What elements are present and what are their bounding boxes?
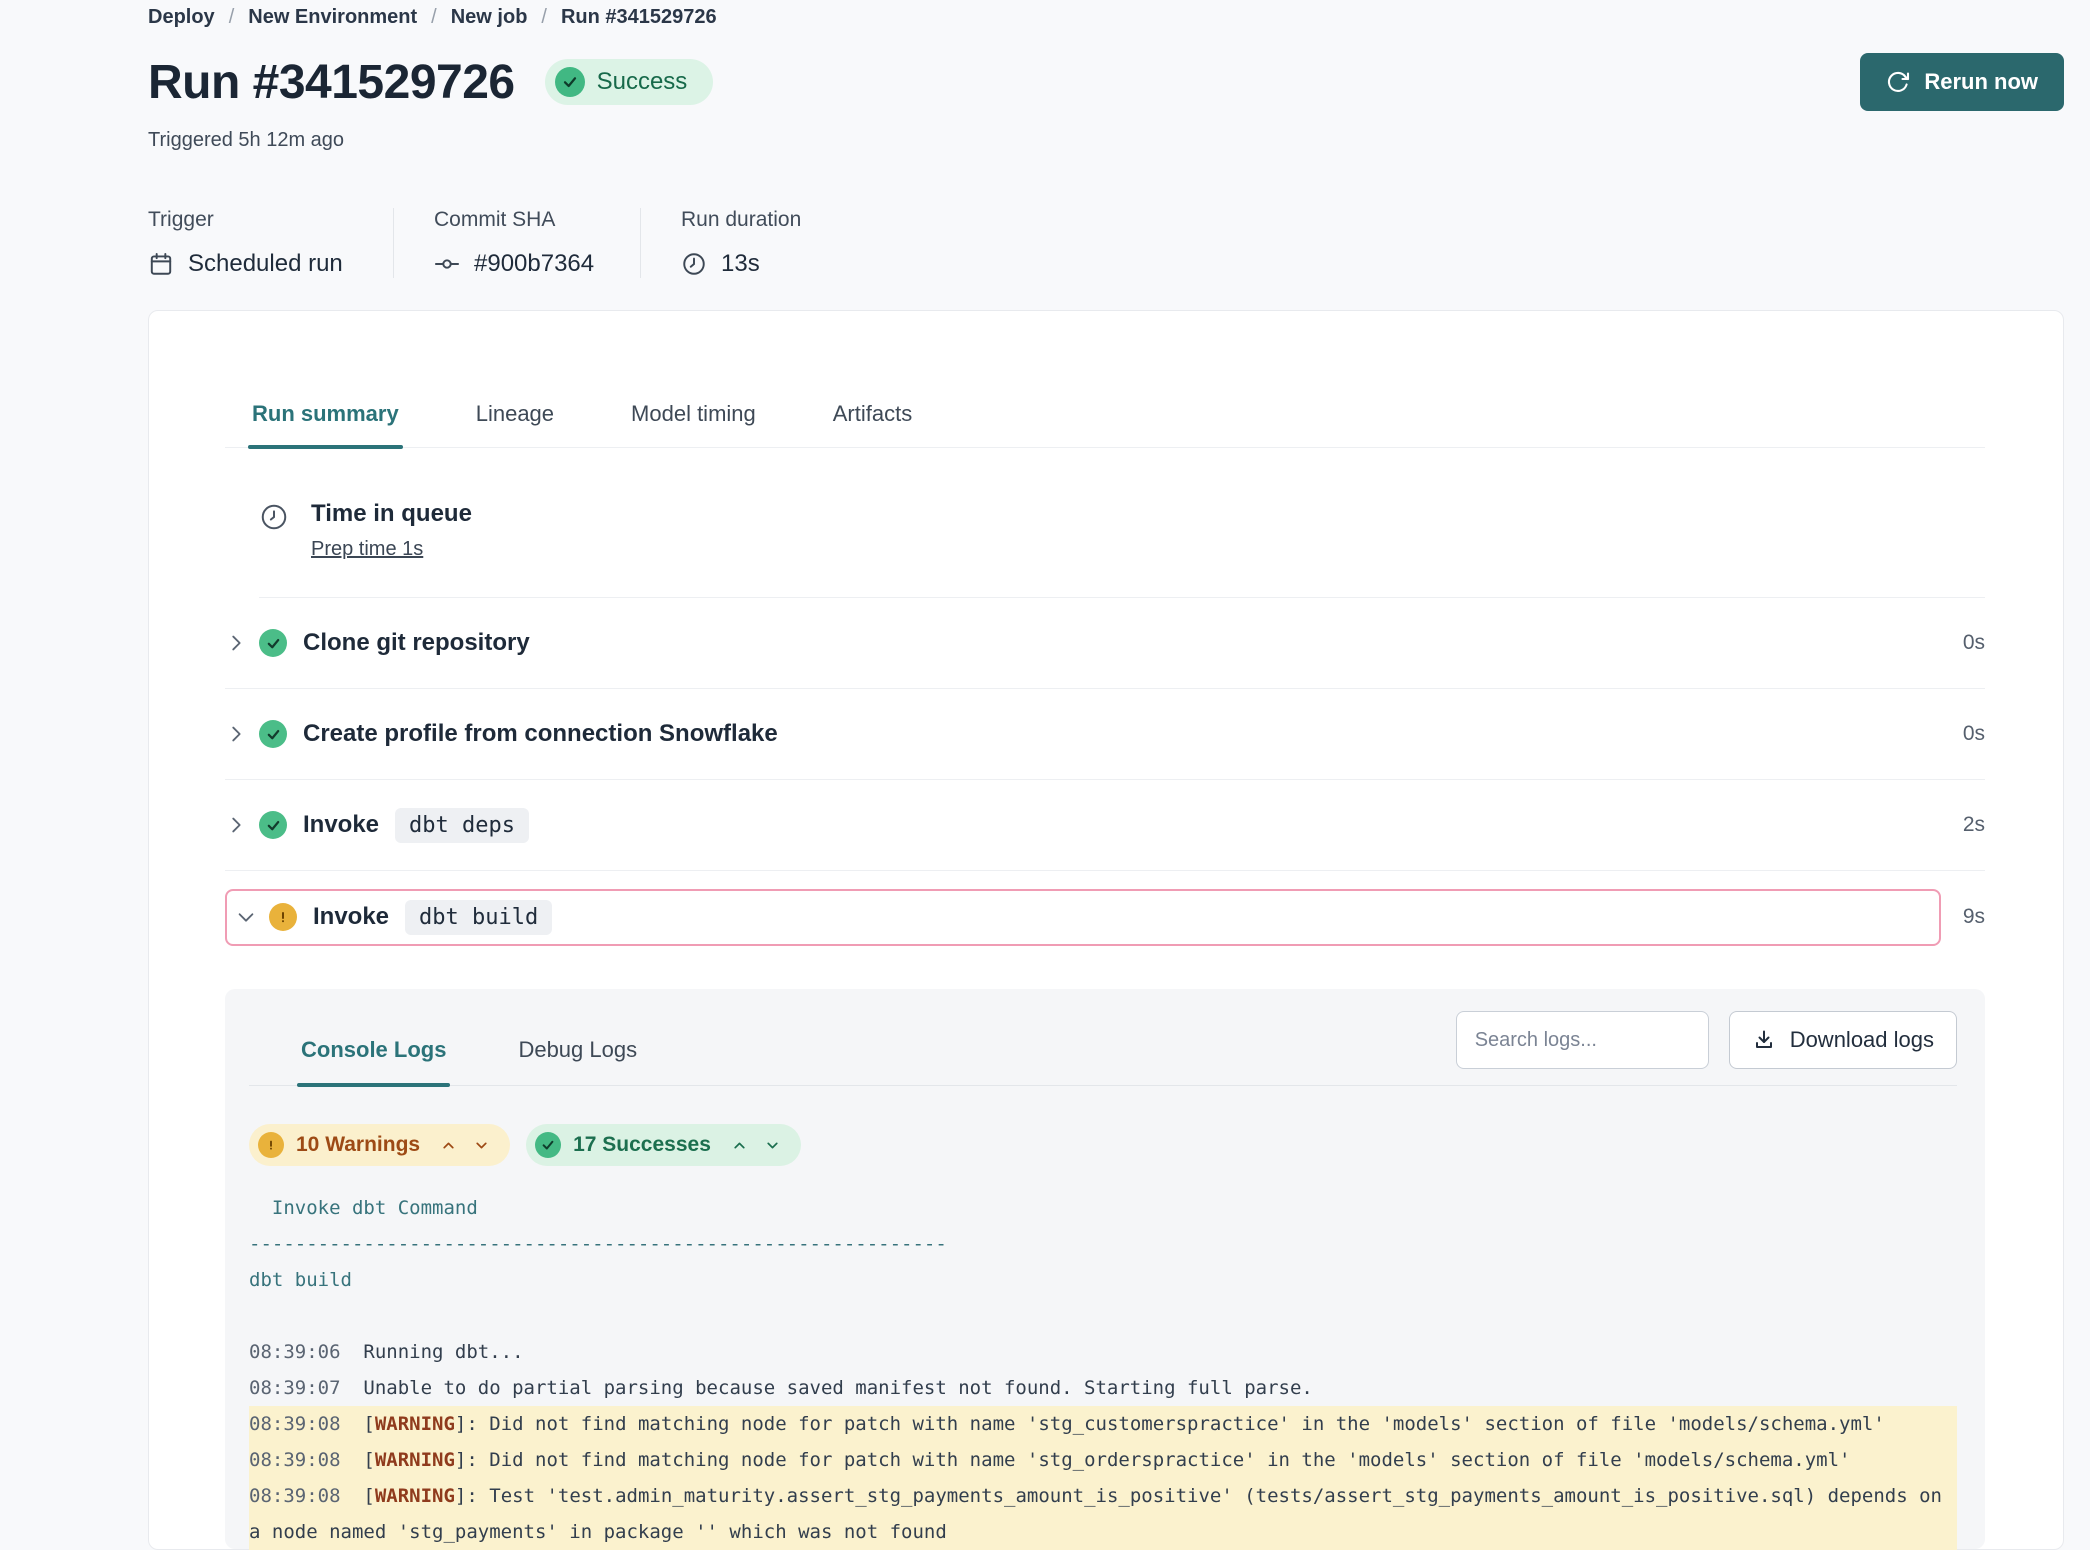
success-check-icon bbox=[259, 629, 287, 657]
tab-lineage[interactable]: Lineage bbox=[476, 401, 554, 447]
meta-run-duration: Run duration 13s bbox=[640, 208, 801, 278]
step-clone-git-repository[interactable]: Clone git repository 0s bbox=[225, 598, 1985, 689]
breadcrumb-item-job[interactable]: New job bbox=[451, 6, 528, 29]
page-title: Run #341529726 bbox=[148, 55, 515, 110]
breadcrumb-item-environment[interactable]: New Environment bbox=[248, 6, 417, 29]
tab-debug-logs[interactable]: Debug Logs bbox=[518, 1037, 637, 1085]
breadcrumb-separator: / bbox=[229, 6, 235, 29]
log-badges: 10 Warnings 17 Successes bbox=[249, 1124, 1957, 1166]
step-title: Create profile from connection Snowflake bbox=[303, 720, 778, 748]
meta-trigger: Trigger Scheduled run bbox=[148, 208, 393, 278]
success-check-icon bbox=[259, 720, 287, 748]
download-logs-button[interactable]: Download logs bbox=[1729, 1011, 1957, 1069]
step-title: Invoke bbox=[303, 811, 379, 839]
meta-commit-sha: Commit SHA #900b7364 bbox=[393, 208, 640, 278]
chevron-right-icon[interactable] bbox=[225, 723, 247, 745]
time-in-queue-section: Time in queue Prep time 1s bbox=[259, 448, 1985, 598]
step-invoke-dbt-build[interactable]: Invoke dbt build 9s bbox=[225, 871, 1985, 963]
warnings-filter-pill[interactable]: 10 Warnings bbox=[249, 1124, 510, 1166]
tab-run-summary[interactable]: Run summary bbox=[252, 401, 399, 447]
tab-console-logs[interactable]: Console Logs bbox=[301, 1037, 446, 1085]
breadcrumb: Deploy / New Environment / New job / Run… bbox=[148, 6, 2064, 29]
clock-icon bbox=[681, 251, 707, 277]
step-title: Invoke bbox=[313, 903, 389, 931]
refresh-icon bbox=[1886, 70, 1910, 94]
step-title: Clone git repository bbox=[303, 629, 530, 657]
chevron-right-icon[interactable] bbox=[225, 632, 247, 654]
log-line bbox=[249, 1298, 1957, 1334]
search-logs-input[interactable] bbox=[1456, 1011, 1709, 1069]
log-tab-bar: Console Logs Debug Logs bbox=[301, 1037, 637, 1085]
check-circle-icon bbox=[555, 67, 585, 97]
console-log-output: Invoke dbt Command----------------------… bbox=[249, 1190, 1957, 1550]
breadcrumb-separator: / bbox=[541, 6, 547, 29]
log-header: Console Logs Debug Logs Download logs bbox=[249, 1011, 1957, 1086]
warning-icon bbox=[269, 903, 297, 931]
success-check-icon bbox=[535, 1132, 561, 1158]
log-panel: Console Logs Debug Logs Download logs bbox=[225, 989, 1985, 1549]
log-line: 08:39:08 [WARNING]: Test 'test.admin_mat… bbox=[249, 1478, 1957, 1550]
chevron-up-icon[interactable] bbox=[731, 1137, 748, 1154]
breadcrumb-item-deploy[interactable]: Deploy bbox=[148, 6, 215, 29]
tab-bar: Run summary Lineage Model timing Artifac… bbox=[225, 401, 1985, 448]
command-chip: dbt build bbox=[405, 900, 552, 935]
chevron-down-icon[interactable] bbox=[764, 1137, 781, 1154]
status-badge: Success bbox=[545, 59, 714, 105]
status-label: Success bbox=[597, 68, 688, 96]
commit-icon bbox=[434, 251, 460, 277]
log-line: 08:39:08 [WARNING]: Did not find matchin… bbox=[249, 1406, 1957, 1442]
selected-step-box[interactable]: Invoke dbt build bbox=[225, 889, 1941, 946]
log-line: ----------------------------------------… bbox=[249, 1226, 1957, 1262]
tab-model-timing[interactable]: Model timing bbox=[631, 401, 756, 447]
step-duration: 2s bbox=[1963, 813, 1985, 837]
success-check-icon bbox=[259, 811, 287, 839]
successes-filter-pill[interactable]: 17 Successes bbox=[526, 1124, 801, 1166]
chevron-right-icon[interactable] bbox=[225, 814, 247, 836]
command-chip: dbt deps bbox=[395, 808, 529, 843]
calendar-icon bbox=[148, 251, 174, 277]
breadcrumb-item-run: Run #341529726 bbox=[561, 6, 717, 29]
download-icon bbox=[1752, 1028, 1776, 1052]
warning-icon bbox=[258, 1132, 284, 1158]
page: Deploy / New Environment / New job / Run… bbox=[0, 0, 2090, 1550]
log-line: 08:39:06 Running dbt... bbox=[249, 1334, 1957, 1370]
queue-title: Time in queue bbox=[311, 500, 472, 528]
chevron-down-icon[interactable] bbox=[235, 906, 257, 928]
step-invoke-dbt-deps[interactable]: Invoke dbt deps 2s bbox=[225, 780, 1985, 871]
step-create-profile[interactable]: Create profile from connection Snowflake… bbox=[225, 689, 1985, 780]
log-line: dbt build bbox=[249, 1262, 1957, 1298]
run-summary-card: Run summary Lineage Model timing Artifac… bbox=[148, 310, 2064, 1550]
log-line: 08:39:07 Unable to do partial parsing be… bbox=[249, 1370, 1957, 1406]
log-line: Invoke dbt Command bbox=[249, 1190, 1957, 1226]
step-duration: 0s bbox=[1963, 722, 1985, 746]
prep-time-link[interactable]: Prep time 1s bbox=[311, 538, 423, 561]
triggered-timestamp: Triggered 5h 12m ago bbox=[148, 129, 2064, 152]
step-duration: 0s bbox=[1963, 631, 1985, 655]
rerun-now-button[interactable]: Rerun now bbox=[1860, 53, 2064, 111]
chevron-up-icon[interactable] bbox=[440, 1137, 457, 1154]
header: Run #341529726 Success Rerun now bbox=[148, 53, 2064, 111]
log-line: 08:39:08 [WARNING]: Did not find matchin… bbox=[249, 1442, 1957, 1478]
clock-icon bbox=[259, 502, 289, 561]
breadcrumb-separator: / bbox=[431, 6, 437, 29]
tab-artifacts[interactable]: Artifacts bbox=[833, 401, 912, 447]
run-meta: Trigger Scheduled run Commit SHA #900b73… bbox=[148, 208, 2064, 278]
chevron-down-icon[interactable] bbox=[473, 1137, 490, 1154]
step-duration: 9s bbox=[1963, 905, 1985, 929]
